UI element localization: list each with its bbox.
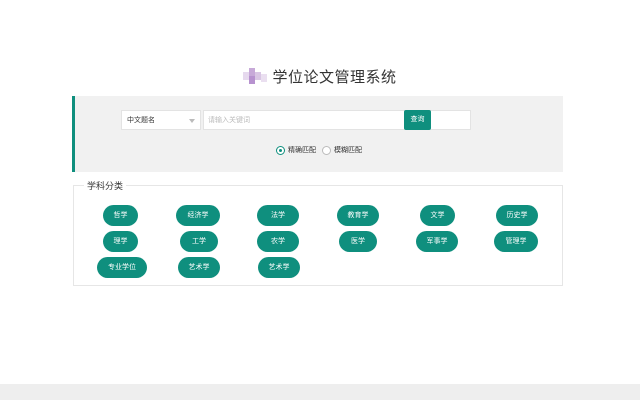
category-button[interactable]: 艺术学	[178, 257, 220, 278]
category-button[interactable]: 工学	[180, 231, 218, 252]
blurred-logo-icon	[243, 68, 268, 84]
match-option-label: 精确匹配	[288, 146, 316, 154]
category-button[interactable]: 经济学	[176, 205, 220, 226]
category-button[interactable]: 专业学位	[97, 257, 147, 278]
search-panel: 中文题名 查询 精确匹配 模糊匹配	[72, 96, 563, 172]
search-field-select[interactable]: 中文题名	[121, 110, 201, 130]
category-button[interactable]: 文学	[420, 205, 455, 226]
chevron-down-icon	[189, 119, 195, 123]
match-option-fuzzy[interactable]: 模糊匹配	[322, 145, 362, 155]
page-title: 学位论文管理系统	[272, 67, 397, 86]
category-button[interactable]: 艺术学	[258, 257, 300, 278]
category-legend: 学科分类	[84, 179, 127, 192]
category-button[interactable]: 管理学	[494, 231, 538, 252]
query-button[interactable]: 查询	[404, 110, 431, 130]
match-option-label: 模糊匹配	[334, 146, 362, 154]
category-button[interactable]: 历史学	[496, 205, 538, 226]
match-option-exact[interactable]: 精确匹配	[276, 145, 316, 155]
radio-checked-icon[interactable]	[276, 145, 285, 155]
subject-category-group: 学科分类 哲学 经济学 法学 教育学 文学 历史学 理学 工学 农学 医学 军事…	[73, 179, 563, 286]
radio-unchecked-icon[interactable]	[322, 145, 331, 155]
category-button[interactable]: 教育学	[337, 205, 379, 226]
page-header: 学位论文管理系统	[0, 64, 640, 88]
category-button[interactable]: 法学	[257, 205, 299, 226]
footer-bar	[0, 384, 640, 400]
category-button[interactable]: 理学	[103, 231, 138, 252]
search-field-selected-value: 中文题名	[127, 116, 155, 124]
category-button[interactable]: 农学	[257, 231, 299, 252]
category-button[interactable]: 哲学	[103, 205, 138, 226]
category-button[interactable]: 军事学	[416, 231, 458, 252]
category-button[interactable]: 医学	[339, 231, 377, 252]
